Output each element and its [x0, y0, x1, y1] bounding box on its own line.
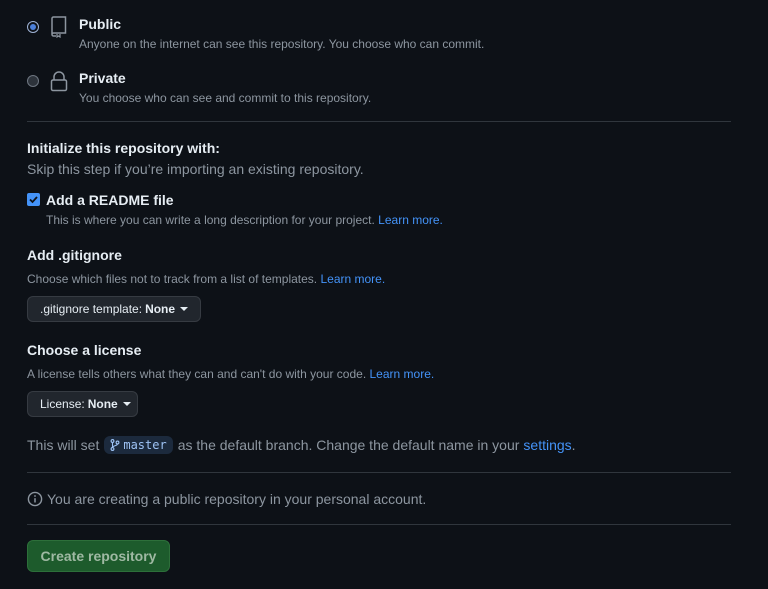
gitignore-dropdown-label: .gitignore template:: [40, 302, 143, 316]
private-description: You choose who can see and commit to thi…: [79, 91, 372, 105]
lock-icon: [50, 71, 68, 92]
license-dropdown[interactable]: License: None: [27, 391, 138, 417]
branch-middle-text: as the default branch. Change the defaul…: [177, 437, 520, 453]
license-heading: Choose a license: [27, 342, 142, 358]
git-branch-icon: [110, 439, 120, 451]
readme-learn-more-link[interactable]: Learn more.: [378, 213, 443, 227]
info-text: You are creating a public repository in …: [47, 491, 427, 507]
license-description: A license tells others what they can and…: [27, 367, 434, 381]
public-title: Public: [79, 16, 122, 32]
license-dropdown-label: License:: [40, 397, 85, 411]
branch-name: master: [123, 438, 167, 452]
divider: [27, 524, 731, 525]
initialize-heading: Initialize this repository with:: [27, 140, 220, 156]
new-repository-form: Public Anyone on the internet can see th…: [0, 0, 768, 589]
visibility-info: You are creating a public repository in …: [27, 490, 426, 508]
readme-description: This is where you can write a long descr…: [46, 213, 443, 227]
divider: [27, 121, 731, 122]
public-description: Anyone on the internet can see this repo…: [79, 37, 485, 51]
readme-description-text: This is where you can write a long descr…: [46, 213, 375, 227]
gitignore-description-text: Choose which files not to track from a l…: [27, 272, 318, 286]
chevron-down-icon: [122, 402, 131, 406]
settings-link[interactable]: settings: [523, 437, 571, 453]
license-dropdown-value: None: [87, 397, 118, 411]
branch-suffix: .: [571, 437, 576, 453]
create-repository-button[interactable]: Create repository: [27, 540, 170, 572]
readme-label[interactable]: Add a README file: [46, 192, 174, 208]
info-icon: [27, 491, 43, 507]
gitignore-heading: Add .gitignore: [27, 247, 122, 263]
initialize-subtext: Skip this step if you’re importing an ex…: [27, 161, 364, 177]
public-radio[interactable]: [27, 21, 39, 33]
branch-name-chip: master: [104, 436, 173, 454]
gitignore-learn-more-link[interactable]: Learn more.: [320, 272, 385, 286]
license-learn-more-link[interactable]: Learn more.: [370, 367, 435, 381]
gitignore-template-dropdown[interactable]: .gitignore template: None: [27, 296, 201, 322]
repo-icon: [51, 16, 67, 38]
default-branch-notice: This will set master as the default bran…: [27, 435, 576, 455]
private-radio[interactable]: [27, 75, 39, 87]
license-description-text: A license tells others what they can and…: [27, 367, 367, 381]
gitignore-description: Choose which files not to track from a l…: [27, 272, 385, 286]
private-title: Private: [79, 70, 126, 86]
divider: [27, 472, 731, 473]
gitignore-dropdown-value: None: [145, 302, 176, 316]
branch-prefix: This will set: [27, 437, 100, 453]
check-icon: [29, 196, 38, 204]
readme-checkbox[interactable]: [27, 193, 40, 206]
chevron-down-icon: [180, 307, 189, 311]
